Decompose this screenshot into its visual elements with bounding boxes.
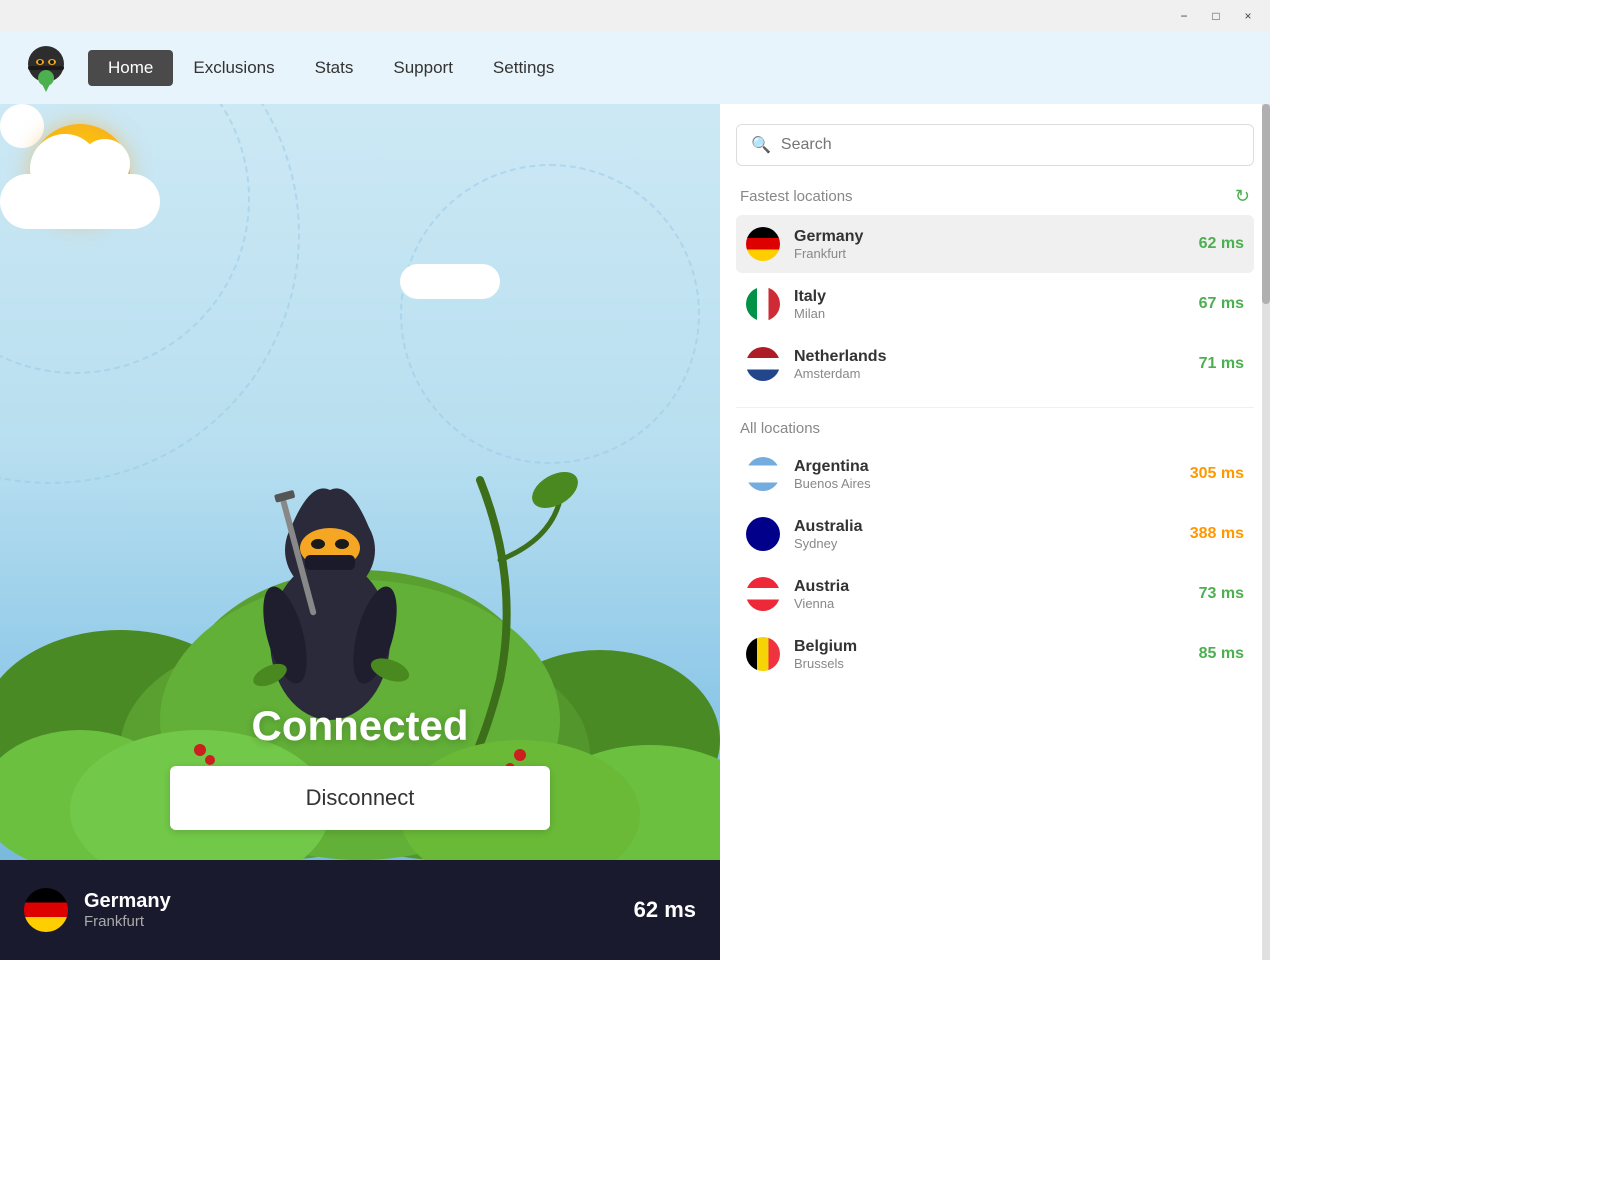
country-belgium: Belgium <box>794 638 1199 656</box>
flag-netherlands <box>746 347 780 381</box>
location-item-austria[interactable]: Austria Vienna 73 ms <box>736 565 1254 623</box>
cloud-small <box>400 264 500 299</box>
divider <box>736 407 1254 408</box>
app-container: Home Exclusions Stats Support Settings <box>0 32 1270 960</box>
location-info-austria: Austria Vienna <box>794 578 1199 611</box>
minimize-button[interactable]: − <box>1170 4 1198 28</box>
location-item-australia[interactable]: Australia Sydney 388 ms <box>736 505 1254 563</box>
ping-australia: 388 ms <box>1190 525 1244 543</box>
close-button[interactable]: × <box>1234 4 1262 28</box>
country-germany: Germany <box>794 228 1199 246</box>
right-panel: 🔍 Fastest locations ↻ Germany Frankfurt … <box>720 104 1270 960</box>
maximize-button[interactable]: □ <box>1202 4 1230 28</box>
tab-support[interactable]: Support <box>373 50 473 86</box>
country-netherlands: Netherlands <box>794 348 1199 366</box>
flag-austria <box>746 577 780 611</box>
ping-germany: 62 ms <box>1199 235 1244 253</box>
tab-home[interactable]: Home <box>88 50 173 86</box>
location-info-germany: Germany Frankfurt <box>794 228 1199 261</box>
location-item-argentina[interactable]: Argentina Buenos Aires 305 ms <box>736 445 1254 503</box>
city-sydney: Sydney <box>794 536 1190 551</box>
all-locations-title: All locations <box>740 420 820 437</box>
bottom-country: Germany <box>84 890 634 913</box>
city-buenosaires: Buenos Aires <box>794 476 1190 491</box>
location-info-australia: Australia Sydney <box>794 518 1190 551</box>
ping-austria: 73 ms <box>1199 585 1244 603</box>
content-area: Connected Disconnect Germany Frankfurt 6… <box>0 104 1270 960</box>
flag-germany <box>746 227 780 261</box>
flag-argentina <box>746 457 780 491</box>
search-icon: 🔍 <box>751 135 771 155</box>
refresh-icon[interactable]: ↻ <box>1235 186 1250 207</box>
location-info-netherlands: Netherlands Amsterdam <box>794 348 1199 381</box>
country-argentina: Argentina <box>794 458 1190 476</box>
ping-belgium: 85 ms <box>1199 645 1244 663</box>
location-item-germany[interactable]: Germany Frankfurt 62 ms <box>736 215 1254 273</box>
navbar: Home Exclusions Stats Support Settings <box>0 32 1270 104</box>
fastest-locations-title: Fastest locations <box>740 188 853 205</box>
scrollbar-thumb[interactable] <box>1262 104 1270 304</box>
ping-italy: 67 ms <box>1199 295 1244 313</box>
country-australia: Australia <box>794 518 1190 536</box>
bottom-location-info: Germany Frankfurt <box>84 890 634 930</box>
tab-exclusions[interactable]: Exclusions <box>173 50 294 86</box>
flag-australia <box>746 517 780 551</box>
flag-belgium <box>746 637 780 671</box>
cloud-bump2 <box>80 139 130 189</box>
flag-italy <box>746 287 780 321</box>
bottom-bar: Germany Frankfurt 62 ms <box>0 860 720 960</box>
city-frankfurt: Frankfurt <box>794 246 1199 261</box>
left-panel: Connected Disconnect Germany Frankfurt 6… <box>0 104 720 960</box>
disconnect-button[interactable]: Disconnect <box>170 766 550 830</box>
location-item-netherlands[interactable]: Netherlands Amsterdam 71 ms <box>736 335 1254 393</box>
location-info-italy: Italy Milan <box>794 288 1199 321</box>
country-austria: Austria <box>794 578 1199 596</box>
bottom-ping: 62 ms <box>634 897 696 923</box>
bottom-city: Frankfurt <box>84 913 634 930</box>
city-milan: Milan <box>794 306 1199 321</box>
location-info-belgium: Belgium Brussels <box>794 638 1199 671</box>
city-amsterdam: Amsterdam <box>794 366 1199 381</box>
location-item-belgium[interactable]: Belgium Brussels 85 ms <box>736 625 1254 683</box>
search-input[interactable] <box>781 136 1239 154</box>
tab-settings[interactable]: Settings <box>473 50 574 86</box>
city-vienna: Vienna <box>794 596 1199 611</box>
tab-stats[interactable]: Stats <box>295 50 374 86</box>
ping-netherlands: 71 ms <box>1199 355 1244 373</box>
search-bar[interactable]: 🔍 <box>736 124 1254 166</box>
all-locations-header: All locations <box>736 420 1254 437</box>
location-info-argentina: Argentina Buenos Aires <box>794 458 1190 491</box>
location-item-italy[interactable]: Italy Milan 67 ms <box>736 275 1254 333</box>
fastest-locations-header: Fastest locations ↻ <box>736 186 1254 207</box>
connection-status: Connected <box>251 702 468 750</box>
city-brussels: Brussels <box>794 656 1199 671</box>
app-logo <box>20 42 72 94</box>
ping-argentina: 305 ms <box>1190 465 1244 483</box>
titlebar: − □ × <box>0 0 1270 32</box>
bottom-flag <box>24 888 68 932</box>
country-italy: Italy <box>794 288 1199 306</box>
